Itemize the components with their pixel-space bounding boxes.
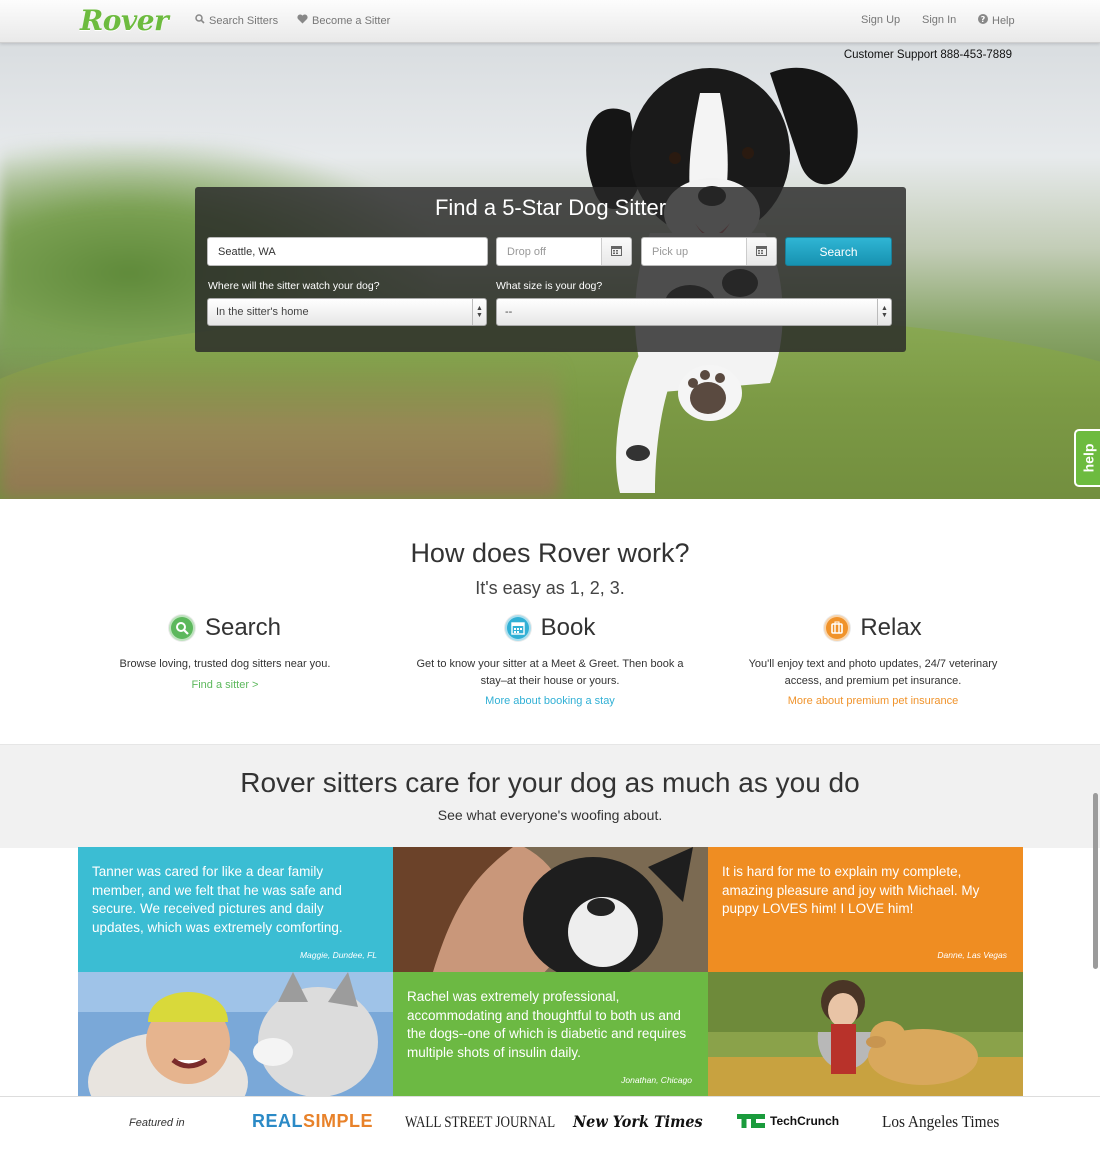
testimonial-danne: It is hard for me to explain my complete… — [708, 847, 1023, 972]
dropoff-date-input[interactable]: Drop off — [496, 237, 632, 266]
step-relax-title: Relax — [860, 614, 922, 641]
heart-icon — [297, 14, 308, 27]
booking-info-link[interactable]: More about booking a stay — [485, 693, 615, 710]
step-book: Book Get to know your sitter at a Meet &… — [390, 612, 710, 710]
select-arrows-icon: ▲ ▼ — [472, 299, 486, 325]
step-search-title: Search — [204, 614, 282, 641]
photo-man-with-husky — [78, 972, 393, 1097]
nav-search-sitters[interactable]: Search Sitters — [195, 14, 278, 27]
testimonials-header: Rover sitters care for your dog as much … — [0, 744, 1100, 848]
help-tab[interactable]: help — [1074, 429, 1100, 487]
how-section-subtitle: It's easy as 1, 2, 3. — [475, 578, 625, 598]
step-book-title: Book — [540, 614, 596, 641]
photo-woman-with-retriever-image — [708, 972, 1023, 1097]
customer-support-phone: Customer Support 888-453-7889 — [843, 49, 1012, 61]
real-simple-logo: REALSIMPLE — [252, 1111, 374, 1131]
step-book-desc: Get to know your sitter at a Meet & Gree… — [416, 658, 684, 687]
step-relax: Relax You'll enjoy text and photo update… — [713, 612, 1033, 710]
testimonial-text: Rachel was extremely professional, accom… — [407, 989, 687, 1060]
testimonial-text: Tanner was cared for like a dear family … — [92, 864, 343, 935]
dropoff-placeholder: Drop off — [507, 245, 546, 258]
nav-help[interactable]: ? Help — [978, 14, 1015, 27]
testimonial-author: Maggie, Dundee, FL — [299, 950, 377, 960]
step-book-heading: Book — [390, 612, 710, 644]
step-search-desc: Browse loving, trusted dog sitters near … — [119, 658, 331, 670]
search-icon — [195, 14, 205, 27]
techcrunch-mark-icon — [737, 1114, 765, 1128]
testimonials-title: Rover sitters care for your dog as much … — [240, 767, 860, 798]
los-angeles-times-logo: Los Angeles Times — [882, 1112, 1000, 1131]
top-nav: Rover Search Sitters Become a Sitter Sig… — [0, 0, 1100, 43]
featured-in-bar: Featured in REALSIMPLE WALL STREET JOURN… — [0, 1096, 1100, 1152]
help-tab-label: help — [1080, 443, 1096, 473]
size-select[interactable]: -- ▲ ▼ — [496, 298, 892, 326]
pickup-date-input[interactable]: Pick up — [641, 237, 777, 266]
where-label: Where will the sitter watch your dog? — [208, 280, 380, 292]
page-scrollbar[interactable] — [1093, 793, 1098, 969]
step-search: Search Browse loving, trusted dog sitter… — [65, 612, 385, 693]
suitcase-icon — [824, 615, 851, 641]
nav-become-sitter-label: Become a Sitter — [312, 14, 391, 27]
photo-man-with-husky-image — [78, 972, 393, 1097]
photo-woman-with-dog — [393, 847, 708, 972]
size-select-value: -- — [505, 306, 513, 318]
testimonial-maggie: Tanner was cared for like a dear family … — [78, 847, 393, 972]
step-search-heading: Search — [65, 612, 385, 644]
where-select-value: In the sitter's home — [216, 306, 309, 318]
search-button[interactable]: Search — [785, 237, 892, 266]
location-input[interactable]: Seattle, WA — [207, 237, 488, 266]
size-label: What size is your dog? — [496, 280, 603, 292]
step-relax-desc: You'll enjoy text and photo updates, 24/… — [748, 658, 998, 687]
nav-sign-in[interactable]: Sign In — [922, 14, 956, 26]
calendar-icon — [504, 615, 531, 641]
photo-woman-with-dog-image — [393, 847, 708, 972]
svg-text:?: ? — [981, 15, 986, 24]
search-icon — [168, 615, 195, 641]
testimonial-author: Danne, Las Vegas — [937, 950, 1007, 960]
search-panel-title: Find a 5-Star Dog Sitter — [434, 195, 667, 220]
step-relax-heading: Relax — [713, 612, 1033, 644]
location-input-value: Seattle, WA — [218, 245, 276, 258]
hero-background-path — [0, 359, 560, 499]
nav-become-sitter[interactable]: Become a Sitter — [297, 14, 390, 27]
new-york-times-logo: New York Times — [573, 1112, 703, 1131]
wall-street-journal-logo: WALL STREET JOURNAL — [405, 1114, 556, 1131]
rover-logo[interactable]: Rover — [80, 4, 169, 37]
where-select[interactable]: In the sitter's home ▲ ▼ — [207, 298, 487, 326]
pickup-calendar-button[interactable] — [746, 238, 776, 265]
find-sitter-link[interactable]: Find a sitter > — [192, 677, 259, 694]
pickup-placeholder: Pick up — [652, 245, 689, 258]
search-panel: Find a 5-Star Dog Sitter Seattle, WA Dro… — [195, 187, 906, 352]
testimonials-subtitle: See what everyone's woofing about. — [437, 807, 663, 823]
hero-banner: Customer Support 888-453-7889 help Find … — [0, 43, 1100, 499]
featured-in-label: Featured in — [129, 1117, 185, 1129]
nav-search-sitters-label: Search Sitters — [209, 14, 279, 27]
calendar-icon — [756, 245, 767, 259]
techcrunch-logo: TechCrunch — [737, 1114, 839, 1128]
testimonial-jonathan: Rachel was extremely professional, accom… — [393, 972, 708, 1097]
calendar-icon — [611, 245, 622, 259]
testimonial-text: It is hard for me to explain my complete… — [722, 864, 980, 916]
techcrunch-wordmark: TechCrunch — [770, 1114, 840, 1128]
how-section-title: How does Rover work? — [410, 538, 690, 568]
nav-help-label: Help — [992, 14, 1015, 27]
testimonial-author: Jonathan, Chicago — [621, 1075, 692, 1085]
photo-woman-with-retriever — [708, 972, 1023, 1097]
dropoff-calendar-button[interactable] — [601, 238, 631, 265]
question-circle-icon: ? — [978, 14, 988, 27]
select-arrows-icon: ▲ ▼ — [877, 299, 891, 325]
nav-sign-up[interactable]: Sign Up — [861, 14, 900, 26]
insurance-info-link[interactable]: More about premium pet insurance — [788, 693, 959, 710]
